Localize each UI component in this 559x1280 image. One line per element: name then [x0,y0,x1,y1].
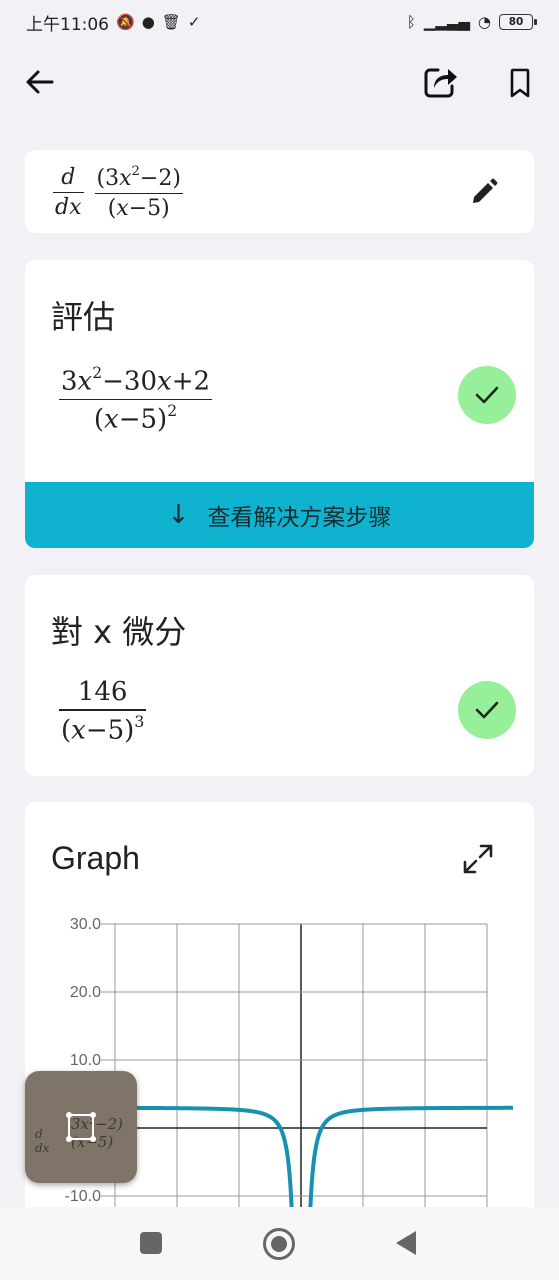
back-arrow-icon[interactable] [22,64,58,100]
evaluate-card: 評估 3x2−30x+2 (x−5)2 ↓ 查看解决方案步骤 [25,260,534,548]
done-icon: ✓ [187,12,201,31]
signal-icon: ▁▂▃▄ [423,12,470,31]
battery-icon: 80 [499,14,537,30]
system-nav-bar [0,1207,559,1280]
differentiate-check-badge [458,681,516,739]
derivative-dx: dx [55,195,82,221]
curve-right-branch [307,1105,514,1222]
scan-thumbnail[interactable]: d dx 3x²−2) (x−5) [25,1071,137,1183]
share-icon[interactable] [422,64,460,100]
evaluate-check-badge [458,366,516,424]
differentiate-card: 對 x 微分 146 (x−5)3 [25,575,534,776]
chat-icon: ● [141,12,155,31]
checkmark-icon [475,386,499,404]
differentiate-title: 對 x 微分 [51,613,187,651]
thumbnail-handwriting: d dx [35,1127,50,1155]
checkmark-icon [475,701,499,719]
y-tick-label: 30.0 [70,916,101,933]
derivative-operator: d dx [53,164,84,221]
status-bar: 上午11:06 🔕 ● 🗑 ✓ ᛒ ▁▂▃▄ ◔ 80 [0,0,559,44]
differentiate-numerator: 146 [77,677,128,707]
status-time: 上午11:06 [26,14,109,35]
system-back-button[interactable] [396,1231,416,1255]
graph-title: Graph [51,840,140,876]
crop-frame-icon [66,1112,96,1142]
arrow-down-icon: ↓ [167,500,190,530]
problem-expression: d dx (3x2−2) (x−5) [53,164,183,221]
evaluate-result: 3x2−30x+2 (x−5)2 [59,364,213,435]
problem-denominator: (x−5) [107,196,170,222]
edit-pencil-icon[interactable] [469,177,499,207]
differentiate-denominator: (x−5)3 [61,712,145,746]
recent-apps-button[interactable] [140,1232,162,1254]
evaluate-numerator: 3x2−30x+2 [61,364,211,397]
y-tick-label: 10.0 [70,1052,101,1069]
view-steps-label: 查看解决方案步骤 [207,505,392,531]
app-bar [0,52,559,112]
problem-fraction: (3x2−2) (x−5) [94,164,183,222]
evaluate-denominator: (x−5)2 [93,402,178,435]
derivative-d: d [61,164,76,190]
differentiate-result: 146 (x−5)3 [59,677,147,746]
problem-numerator: (3x2−2) [96,164,181,191]
wifi-icon: ◔ [477,12,491,31]
home-button[interactable] [263,1228,295,1260]
battery-level: 80 [508,16,524,28]
view-steps-button[interactable]: ↓ 查看解决方案步骤 [25,482,534,548]
bookmark-icon[interactable] [504,66,536,100]
y-tick-label: -10.0 [65,1188,102,1205]
expand-icon[interactable] [461,842,495,876]
trash-icon: 🗑 [161,12,181,31]
y-tick-label: 20.0 [70,984,101,1001]
evaluate-title: 評估 [51,298,116,336]
bluetooth-icon: ᛒ [406,12,416,31]
mute-icon: 🔕 [116,12,135,31]
problem-card[interactable]: d dx (3x2−2) (x−5) [25,150,534,233]
